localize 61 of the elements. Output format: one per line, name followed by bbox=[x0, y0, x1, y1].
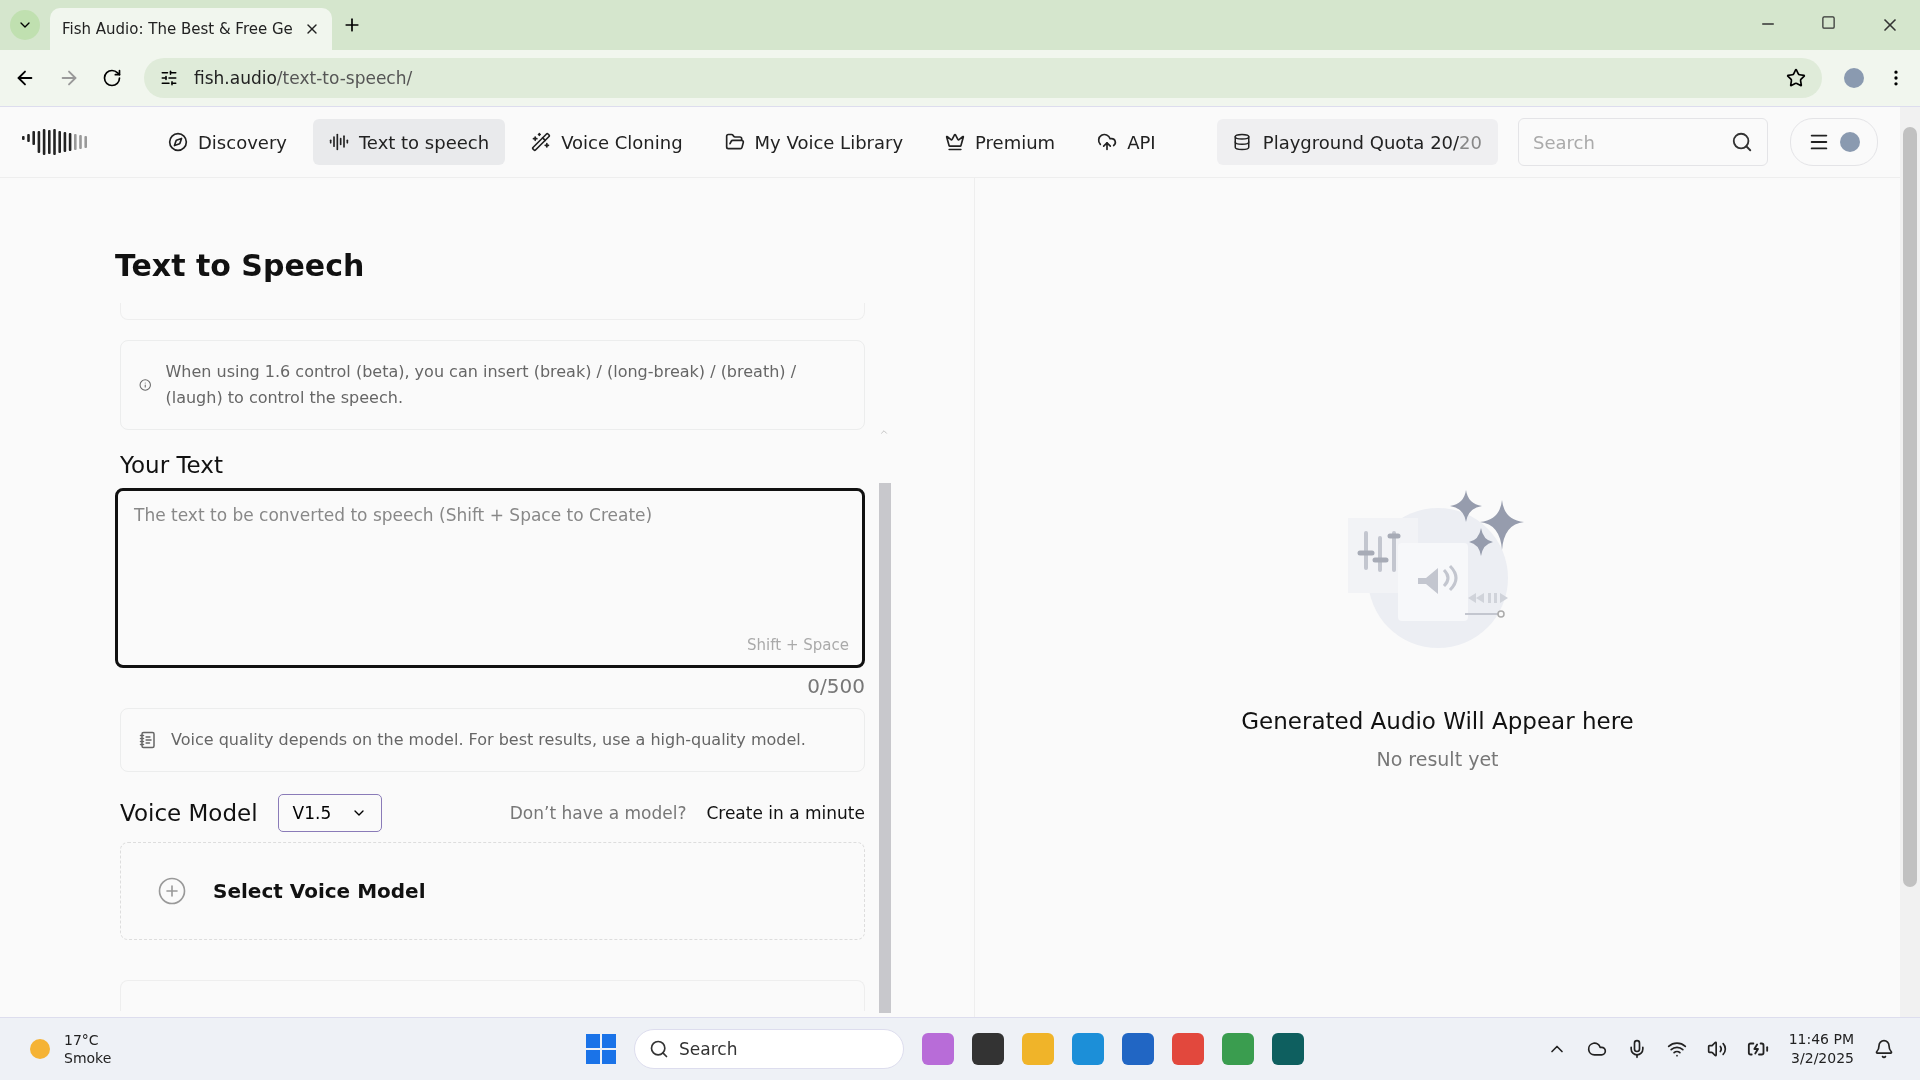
compass-icon bbox=[168, 132, 188, 152]
profile-avatar bbox=[1840, 132, 1860, 152]
menu-button[interactable] bbox=[1790, 118, 1878, 166]
browser-app-icon[interactable] bbox=[1222, 1033, 1254, 1065]
notice-text: When using 1.6 control (beta), you can insert (break) / (long-break) / (breath) / (laugh) to control the speech. bbox=[165, 361, 798, 409]
section-label: Voice Model bbox=[120, 800, 258, 826]
plus-circle-icon bbox=[157, 876, 187, 906]
create-model-link[interactable]: Create in a minute bbox=[706, 803, 865, 823]
volume-icon[interactable] bbox=[1706, 1039, 1727, 1059]
nav-tab[interactable]: Premium bbox=[929, 119, 1072, 165]
quota-button[interactable]: Playground Quota 20/20 bbox=[1216, 119, 1498, 165]
weather-description: Smoke bbox=[64, 1049, 112, 1067]
scrollbar-thumb[interactable] bbox=[879, 483, 891, 1013]
address-bar[interactable]: fish.audio/text-to-speech/ bbox=[144, 58, 1822, 98]
quota-total: 20 bbox=[1459, 131, 1482, 153]
empty-state-title: Generated Audio Will Appear here bbox=[1241, 708, 1634, 734]
crown-icon bbox=[945, 132, 966, 152]
wifi-icon[interactable] bbox=[1666, 1039, 1687, 1059]
start-icon[interactable] bbox=[586, 1034, 616, 1064]
tab-list-button[interactable] bbox=[10, 10, 40, 40]
magic-wand-icon bbox=[531, 132, 552, 152]
cloud-icon bbox=[1097, 132, 1118, 152]
database-icon bbox=[1232, 133, 1251, 151]
restore-icon[interactable] bbox=[1821, 15, 1836, 30]
notebook-icon bbox=[139, 731, 157, 749]
quality-note: Voice quality depends on the model. For best results, use a high-quality model. bbox=[171, 729, 806, 751]
character-counter: 0/500 bbox=[807, 674, 865, 698]
model-version-dropdown[interactable]: V1.5 bbox=[277, 794, 382, 832]
notification-icon[interactable] bbox=[1874, 1039, 1894, 1059]
weather-temperature: 17°C bbox=[64, 1031, 100, 1049]
nav-tab[interactable]: My Voice Library bbox=[708, 119, 920, 165]
nav-tab[interactable]: Discovery bbox=[152, 119, 303, 165]
profile-avatar[interactable] bbox=[1844, 68, 1864, 88]
site-settings-icon[interactable] bbox=[160, 69, 178, 87]
reload-icon[interactable] bbox=[102, 68, 122, 88]
nav-tab[interactable]: API bbox=[1081, 119, 1172, 165]
cloud-icon[interactable] bbox=[1586, 1039, 1607, 1059]
search-icon bbox=[1731, 131, 1753, 153]
app-icon[interactable] bbox=[972, 1033, 1004, 1065]
browser-app-icon[interactable] bbox=[1172, 1033, 1204, 1065]
info-icon bbox=[139, 377, 152, 393]
nav-tab[interactable]: Voice Cloning bbox=[515, 119, 699, 165]
taskbar-search[interactable]: Search bbox=[634, 1029, 904, 1069]
section-label: Your Text bbox=[120, 452, 224, 478]
folder-icon bbox=[724, 132, 745, 152]
app-icon[interactable] bbox=[1272, 1033, 1304, 1065]
store-app-icon[interactable] bbox=[1122, 1033, 1154, 1065]
scrollbar-thumb[interactable] bbox=[1903, 127, 1917, 887]
prompt-text: Don’t have a model? bbox=[509, 803, 687, 823]
clock[interactable]: 11:46 PM 3/2/2025 bbox=[1788, 1030, 1854, 1068]
browser-tab[interactable]: Fish Audio: The Best & Free Ge bbox=[50, 8, 332, 50]
bookmark-star-icon[interactable] bbox=[1786, 68, 1806, 88]
nav-tab[interactable]: Text to speech bbox=[312, 119, 506, 165]
select-voice-model-button[interactable]: Select Voice Model bbox=[120, 842, 865, 940]
audio-lines-icon bbox=[328, 132, 349, 152]
empty-state-subtitle: No result yet bbox=[1376, 748, 1499, 770]
browser-app-icon[interactable] bbox=[1072, 1033, 1104, 1065]
shortcut-hint: Shift + Space bbox=[747, 636, 849, 654]
page-title: Text to Speech bbox=[115, 248, 366, 283]
search-icon bbox=[649, 1039, 669, 1059]
quota-label: Playground Quota 20/ bbox=[1262, 131, 1460, 153]
